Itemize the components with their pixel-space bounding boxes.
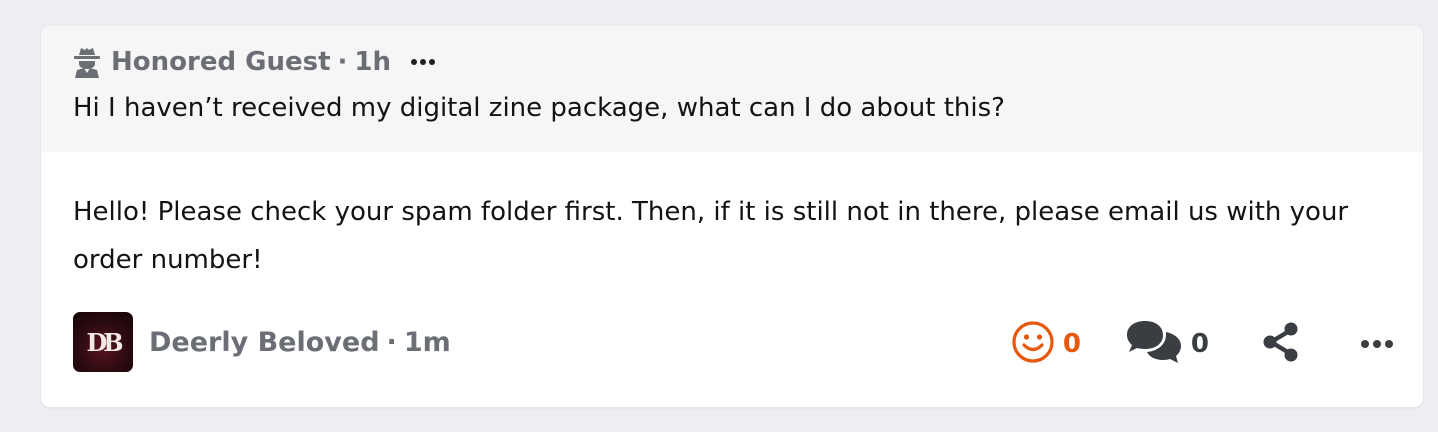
- answer-author[interactable]: Deerly Beloved: [149, 327, 380, 358]
- comments-icon: [1125, 319, 1183, 369]
- more-options-button[interactable]: [1361, 340, 1393, 348]
- question-time: 1h: [354, 47, 392, 77]
- share-button[interactable]: [1261, 321, 1301, 367]
- avatar-monogram: DB: [86, 327, 123, 357]
- more-dots-icon: [1361, 340, 1393, 348]
- answer-meta: Deerly Beloved · 1m: [149, 322, 451, 362]
- spy-icon: [73, 46, 101, 78]
- question-author[interactable]: Honored Guest: [111, 47, 331, 77]
- reaction-count: 0: [1062, 329, 1081, 359]
- comment-button[interactable]: 0: [1125, 319, 1209, 369]
- meta-separator: ·: [386, 326, 397, 358]
- question-more-icon[interactable]: [411, 58, 437, 66]
- qa-card: Honored Guest · 1h Hi I haven’t received…: [41, 26, 1423, 407]
- action-bar: 0 0: [1011, 320, 1393, 368]
- answer-footer: DB Deerly Beloved · 1m 0 0: [73, 312, 1393, 372]
- avatar[interactable]: DB: [73, 312, 133, 372]
- smiley-icon: [1011, 320, 1055, 368]
- question-meta: Honored Guest · 1h: [73, 44, 437, 80]
- question-block: Honored Guest · 1h Hi I haven’t received…: [41, 26, 1423, 152]
- reaction-button[interactable]: 0: [1011, 320, 1081, 368]
- question-text: Hi I haven’t received my digital zine pa…: [73, 93, 1005, 123]
- answer-text: Hello! Please check your spam folder fir…: [73, 197, 1349, 275]
- share-icon: [1261, 321, 1301, 367]
- comment-count: 0: [1190, 329, 1209, 359]
- meta-separator: ·: [337, 47, 348, 77]
- answer-time: 1m: [403, 326, 451, 358]
